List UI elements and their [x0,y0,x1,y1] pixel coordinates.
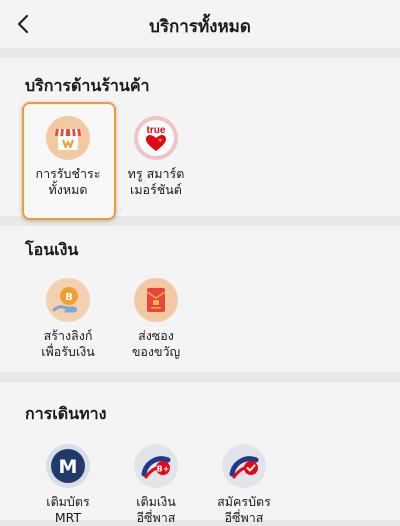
tile-label-line2: อีซี่พาส [224,510,264,525]
svg-text:B+: B+ [157,465,170,474]
tile-label-line2: เพื่อรับเงิน [41,344,95,359]
easy-pass-topup-icon: B+ [134,444,178,488]
coin-hand-icon: B [46,278,90,322]
tile-label-line2: อีซี่พาส [136,510,176,525]
top-bar: บริการทั้งหมด [0,0,400,49]
svg-text:true: true [147,125,166,136]
tile-label-line1: สร้างลิงก์ [43,328,93,343]
tile-topup-easy-pass[interactable]: B+ เติมเงิน อีซี่พาส [112,444,200,526]
tile-label-line1: ทรู สมาร์ต [127,166,185,181]
tile-label-line2: MRT [54,510,82,525]
tile-true-smart-merchant[interactable]: true ทรู สมาร์ต เมอร์ชันต์ [112,116,200,198]
tile-create-payment-link[interactable]: B สร้างลิงก์ เพื่อรับเงิน [24,278,112,360]
transfer-section: โอนเงิน B สร้างลิงก์ เพื่อรับเงิน ส่งซอง [0,226,400,372]
tile-label-line1: ส่งซอง [138,328,174,343]
tile-label-line2: เมอร์ชันต์ [130,182,182,197]
section-title: การเดินทาง [25,404,107,423]
page-title: บริการทั้งหมด [149,17,251,37]
travel-section: การเดินทาง M เติมบัตร MRT B+ เติมเงิน อี… [0,382,400,525]
tile-all-payments[interactable]: การรับชำระ ทั้งหมด [24,116,112,198]
tile-label-line1: เติมเงิน [136,494,176,509]
shop-awning-icon [46,116,90,160]
tile-apply-easy-pass[interactable]: สมัครบัตร อีซี่พาส [200,444,288,526]
true-merchant-icon: true [134,116,178,160]
section-title: บริการด้านร้านค้า [25,76,150,95]
tile-label-line2: ของขวัญ [131,344,181,359]
easy-pass-apply-icon [222,444,266,488]
tile-send-gift-envelope[interactable]: ส่งซอง ของขวัญ [112,278,200,360]
mrt-logo-icon: M [46,444,90,488]
tile-label-line1: สมัครบัตร [217,494,271,509]
tile-topup-mrt[interactable]: M เติมบัตร MRT [24,444,112,526]
tile-label-line2: ทั้งหมด [48,182,88,197]
merchant-services-section: บริการด้านร้านค้า การรับชำระ ทั้งหมด tru… [0,58,400,220]
tile-label-line1: การรับชำระ [35,166,101,181]
section-title: โอนเงิน [25,240,79,259]
svg-text:B: B [65,292,73,303]
gift-envelope-icon [134,278,178,322]
tile-label-line1: เติมบัตร [46,494,90,509]
svg-text:M: M [59,456,78,478]
